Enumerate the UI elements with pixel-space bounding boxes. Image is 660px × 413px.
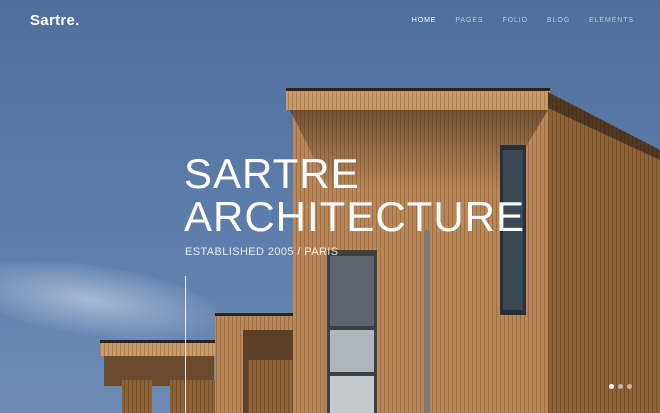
hero-section: Sartre. HOME PAGES FOLIO BLOG ELEMENTS S… <box>0 0 660 413</box>
hero-subtitle: ESTABLISHED 2005 / PARIS <box>185 246 339 258</box>
slider-dot-1[interactable] <box>609 384 614 389</box>
nav-item-folio[interactable]: FOLIO <box>502 17 528 24</box>
slider-dot-2[interactable] <box>618 384 623 389</box>
nav-item-home[interactable]: HOME <box>412 17 437 24</box>
nav-item-elements[interactable]: ELEMENTS <box>589 17 634 24</box>
hero-title: SARTRE ARCHITECTURE <box>184 152 525 238</box>
slider-pagination <box>609 384 632 389</box>
top-navigation: Sartre. HOME PAGES FOLIO BLOG ELEMENTS <box>0 0 660 44</box>
nav-item-pages[interactable]: PAGES <box>455 17 483 24</box>
main-menu: HOME PAGES FOLIO BLOG ELEMENTS <box>393 17 634 24</box>
slider-dot-3[interactable] <box>627 384 632 389</box>
hero-title-line-1: SARTRE <box>184 150 360 197</box>
nav-item-blog[interactable]: BLOG <box>547 17 570 24</box>
site-logo[interactable]: Sartre. <box>30 12 80 29</box>
hero-title-line-2: ARCHITECTURE <box>184 193 526 240</box>
decorative-vertical-line <box>185 276 186 413</box>
